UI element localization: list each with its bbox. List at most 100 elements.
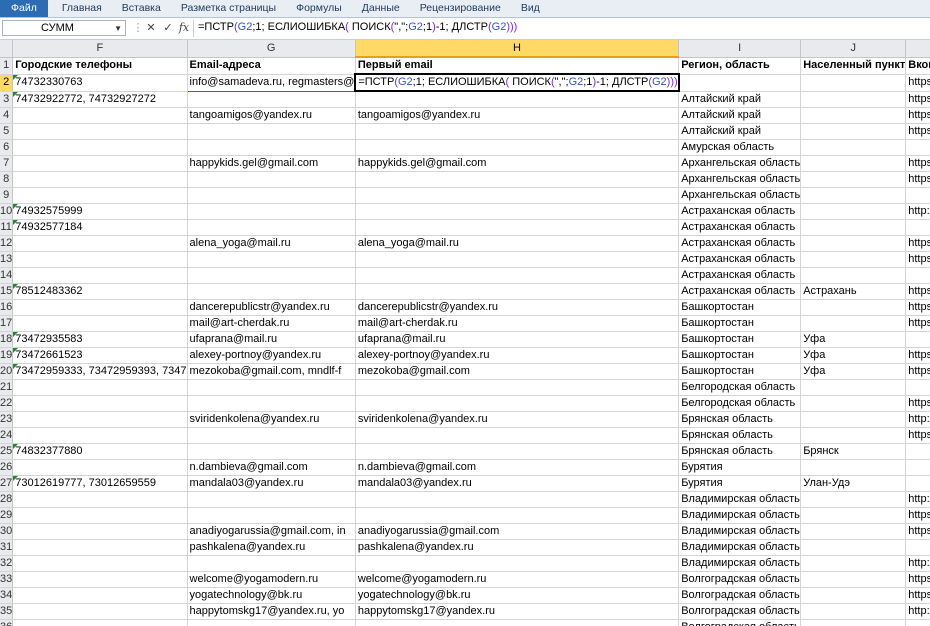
cell-H11[interactable] <box>355 219 680 236</box>
cell-G24[interactable] <box>187 427 356 444</box>
row-header[interactable]: 10 <box>0 203 14 220</box>
cell-H17[interactable]: mail@art-cherdak.ru <box>355 315 680 332</box>
cell-H9[interactable] <box>355 187 680 204</box>
cell-F30[interactable] <box>12 523 188 540</box>
cell-F31[interactable] <box>12 539 188 556</box>
row-header[interactable]: 20 <box>0 363 14 380</box>
cell-G6[interactable] <box>187 139 356 156</box>
name-box[interactable]: СУММ ▼ <box>2 20 126 36</box>
cell-G35[interactable]: happytomskg17@yandex.ru, yo <box>187 603 356 620</box>
cell-K5[interactable]: https://vk.com/skaura_rub <box>905 123 930 140</box>
row-header[interactable]: 1 <box>0 57 14 75</box>
cell-F10[interactable]: 74932575999 <box>12 203 188 220</box>
cell-F5[interactable] <box>12 123 188 140</box>
cell-H5[interactable] <box>355 123 680 140</box>
cell-K19[interactable]: https://vk.com/inorssport_sc_leitan <box>905 347 930 364</box>
cell-I30[interactable]: Владимирская область <box>678 523 802 540</box>
cell-H13[interactable] <box>355 251 680 268</box>
row-header[interactable]: 4 <box>0 107 14 124</box>
row-header[interactable]: 36 <box>0 619 14 626</box>
cell-I36[interactable]: Волгоградская область <box>678 619 802 626</box>
cell-J10[interactable] <box>800 203 907 220</box>
cell-G21[interactable] <box>187 379 356 396</box>
cell-H6[interactable] <box>355 139 680 156</box>
cell-K14[interactable] <box>905 267 930 284</box>
cell-J25[interactable]: Брянск <box>800 443 907 460</box>
cell-F4[interactable] <box>12 107 188 124</box>
cell-H23[interactable]: sviridenkolena@yandex.ru <box>355 411 680 428</box>
row-header[interactable]: 31 <box>0 539 14 556</box>
cell-G5[interactable] <box>187 123 356 140</box>
cell-H12[interactable]: alena_yoga@mail.ru <box>355 235 680 252</box>
column-header-K[interactable]: K <box>905 40 930 58</box>
cell-F28[interactable] <box>12 491 188 508</box>
cell-I12[interactable]: Астраханская область <box>678 235 802 252</box>
cell-K32[interactable]: http://vk.com/club1514582 <box>905 555 930 572</box>
row-header[interactable]: 12 <box>0 235 14 252</box>
cell-F11[interactable]: 74932577184 <box>12 219 188 236</box>
row-header[interactable]: 6 <box>0 139 14 156</box>
row-header[interactable]: 8 <box>0 171 14 188</box>
cell-I2[interactable] <box>678 74 802 92</box>
cell-H34[interactable]: yogatechnology@bk.ru <box>355 587 680 604</box>
cell-I28[interactable]: Владимирская область <box>678 491 802 508</box>
row-header[interactable]: 13 <box>0 251 14 268</box>
cell-J34[interactable] <box>800 587 907 604</box>
column-header-J[interactable]: J <box>800 40 907 58</box>
cell-G12[interactable]: alena_yoga@mail.ru <box>187 235 356 252</box>
cell-G2[interactable]: info@samadeva.ru, regmasters@ <box>186 73 356 92</box>
cell-J12[interactable] <box>800 235 907 252</box>
cell-K25[interactable] <box>905 443 930 460</box>
cell-J14[interactable] <box>800 267 907 284</box>
row-header[interactable]: 14 <box>0 267 14 284</box>
cell-G10[interactable] <box>187 203 356 220</box>
cell-G1[interactable]: Email-адреса <box>187 57 356 75</box>
cell-I24[interactable]: Брянская область <box>678 427 802 444</box>
cell-F3[interactable]: 74732922772, 74732927272 <box>12 91 188 108</box>
cell-I8[interactable]: Архангельская область <box>678 171 802 188</box>
cell-K35[interactable]: http://vk.com/yogacentrtomsk, http:/ <box>905 603 930 620</box>
cell-J29[interactable] <box>800 507 907 524</box>
cell-J20[interactable]: Уфа <box>800 363 907 380</box>
cell-H8[interactable] <box>355 171 680 188</box>
cell-K27[interactable] <box>905 475 930 492</box>
cell-G27[interactable]: mandala03@yandex.ru <box>187 475 356 492</box>
cell-I5[interactable]: Алтайский край <box>678 123 802 140</box>
cell-F15[interactable]: 78512483362 <box>12 283 188 300</box>
cell-F33[interactable] <box>12 571 188 588</box>
cell-H15[interactable] <box>355 283 680 300</box>
cell-K17[interactable]: https://vk.com/art_cherdak <box>905 315 930 332</box>
cell-F24[interactable] <box>12 427 188 444</box>
cell-J6[interactable] <box>800 139 907 156</box>
cell-G25[interactable] <box>187 443 356 460</box>
cell-J5[interactable] <box>800 123 907 140</box>
cell-H3[interactable] <box>355 91 680 108</box>
cell-G28[interactable] <box>187 491 356 508</box>
cell-I23[interactable]: Брянская область <box>678 411 802 428</box>
row-header[interactable]: 5 <box>0 123 14 140</box>
cell-I13[interactable]: Астраханская область <box>678 251 802 268</box>
cell-G19[interactable]: alexey-portnoy@yandex.ru <box>187 347 356 364</box>
cell-K29[interactable]: https://vk.com/argenteus9 <box>905 507 930 524</box>
cell-I31[interactable]: Владимирская область <box>678 539 802 556</box>
cell-I15[interactable]: Астраханская область <box>678 283 802 300</box>
cell-F18[interactable]: 73472935583 <box>12 331 188 348</box>
cell-J16[interactable] <box>800 299 907 316</box>
cell-I20[interactable]: Башкортостан <box>678 363 802 380</box>
row-header[interactable]: 19 <box>0 347 14 364</box>
cell-F35[interactable] <box>12 603 188 620</box>
cell-F8[interactable] <box>12 171 188 188</box>
cell-J15[interactable]: Астрахань <box>800 283 907 300</box>
cell-K36[interactable] <box>905 619 930 626</box>
select-all-corner[interactable] <box>0 40 14 58</box>
cell-J7[interactable] <box>800 155 907 172</box>
cell-H19[interactable]: alexey-portnoy@yandex.ru <box>355 347 680 364</box>
cell-K30[interactable]: https://vk.com/ranjot.sethi <box>905 523 930 540</box>
cell-I32[interactable]: Владимирская область <box>678 555 802 572</box>
cell-H1[interactable]: Первый email <box>355 57 680 75</box>
cell-G15[interactable] <box>187 283 356 300</box>
cell-J28[interactable] <box>800 491 907 508</box>
cell-H27[interactable]: mandala03@yandex.ru <box>355 475 680 492</box>
cell-H31[interactable]: pashkalena@yandex.ru <box>355 539 680 556</box>
cell-H30[interactable]: anadiyogarussia@gmail.com <box>355 523 680 540</box>
